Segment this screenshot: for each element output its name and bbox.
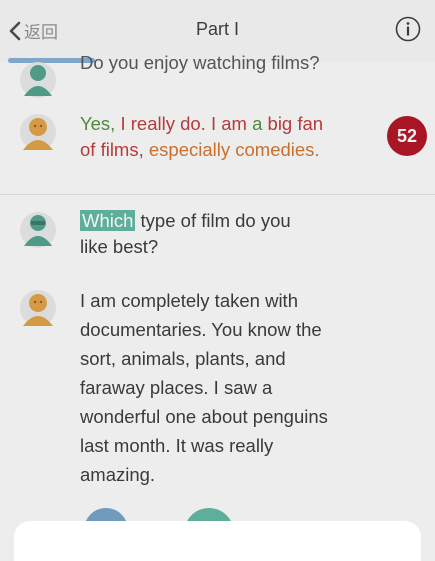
examiner-avatar-icon bbox=[20, 62, 56, 98]
answer-line: last month. It was really bbox=[80, 435, 274, 456]
bottom-sheet bbox=[14, 521, 421, 561]
answer-line: amazing. bbox=[80, 464, 156, 485]
examiner-avatar-icon bbox=[20, 212, 56, 248]
question-text-partial: Do you enjoy watching films? bbox=[80, 52, 320, 73]
answer-line: sort, animals, plants, and bbox=[80, 348, 286, 369]
answer-text-1: Yes, I really do. I am a big fan of film… bbox=[80, 113, 324, 160]
divider bbox=[0, 194, 435, 195]
answer-line: I am completely taken with bbox=[80, 290, 298, 311]
student-avatar-icon bbox=[20, 114, 56, 150]
student-avatar-icon bbox=[20, 290, 56, 326]
answer-line: documentaries. You know the bbox=[80, 319, 322, 340]
answer-text-2: I am completely taken with documentaries… bbox=[80, 286, 400, 489]
answer-line: wonderful one about penguins bbox=[80, 406, 328, 427]
answer-line: faraway places. I saw a bbox=[80, 377, 273, 398]
highlighted-word[interactable]: Which bbox=[80, 210, 136, 231]
score-badge[interactable]: 52 bbox=[387, 116, 427, 156]
page-title: Part I bbox=[195, 19, 239, 39]
question-text-2: Which type of film do you like best? bbox=[80, 210, 291, 257]
info-icon[interactable] bbox=[395, 16, 421, 42]
